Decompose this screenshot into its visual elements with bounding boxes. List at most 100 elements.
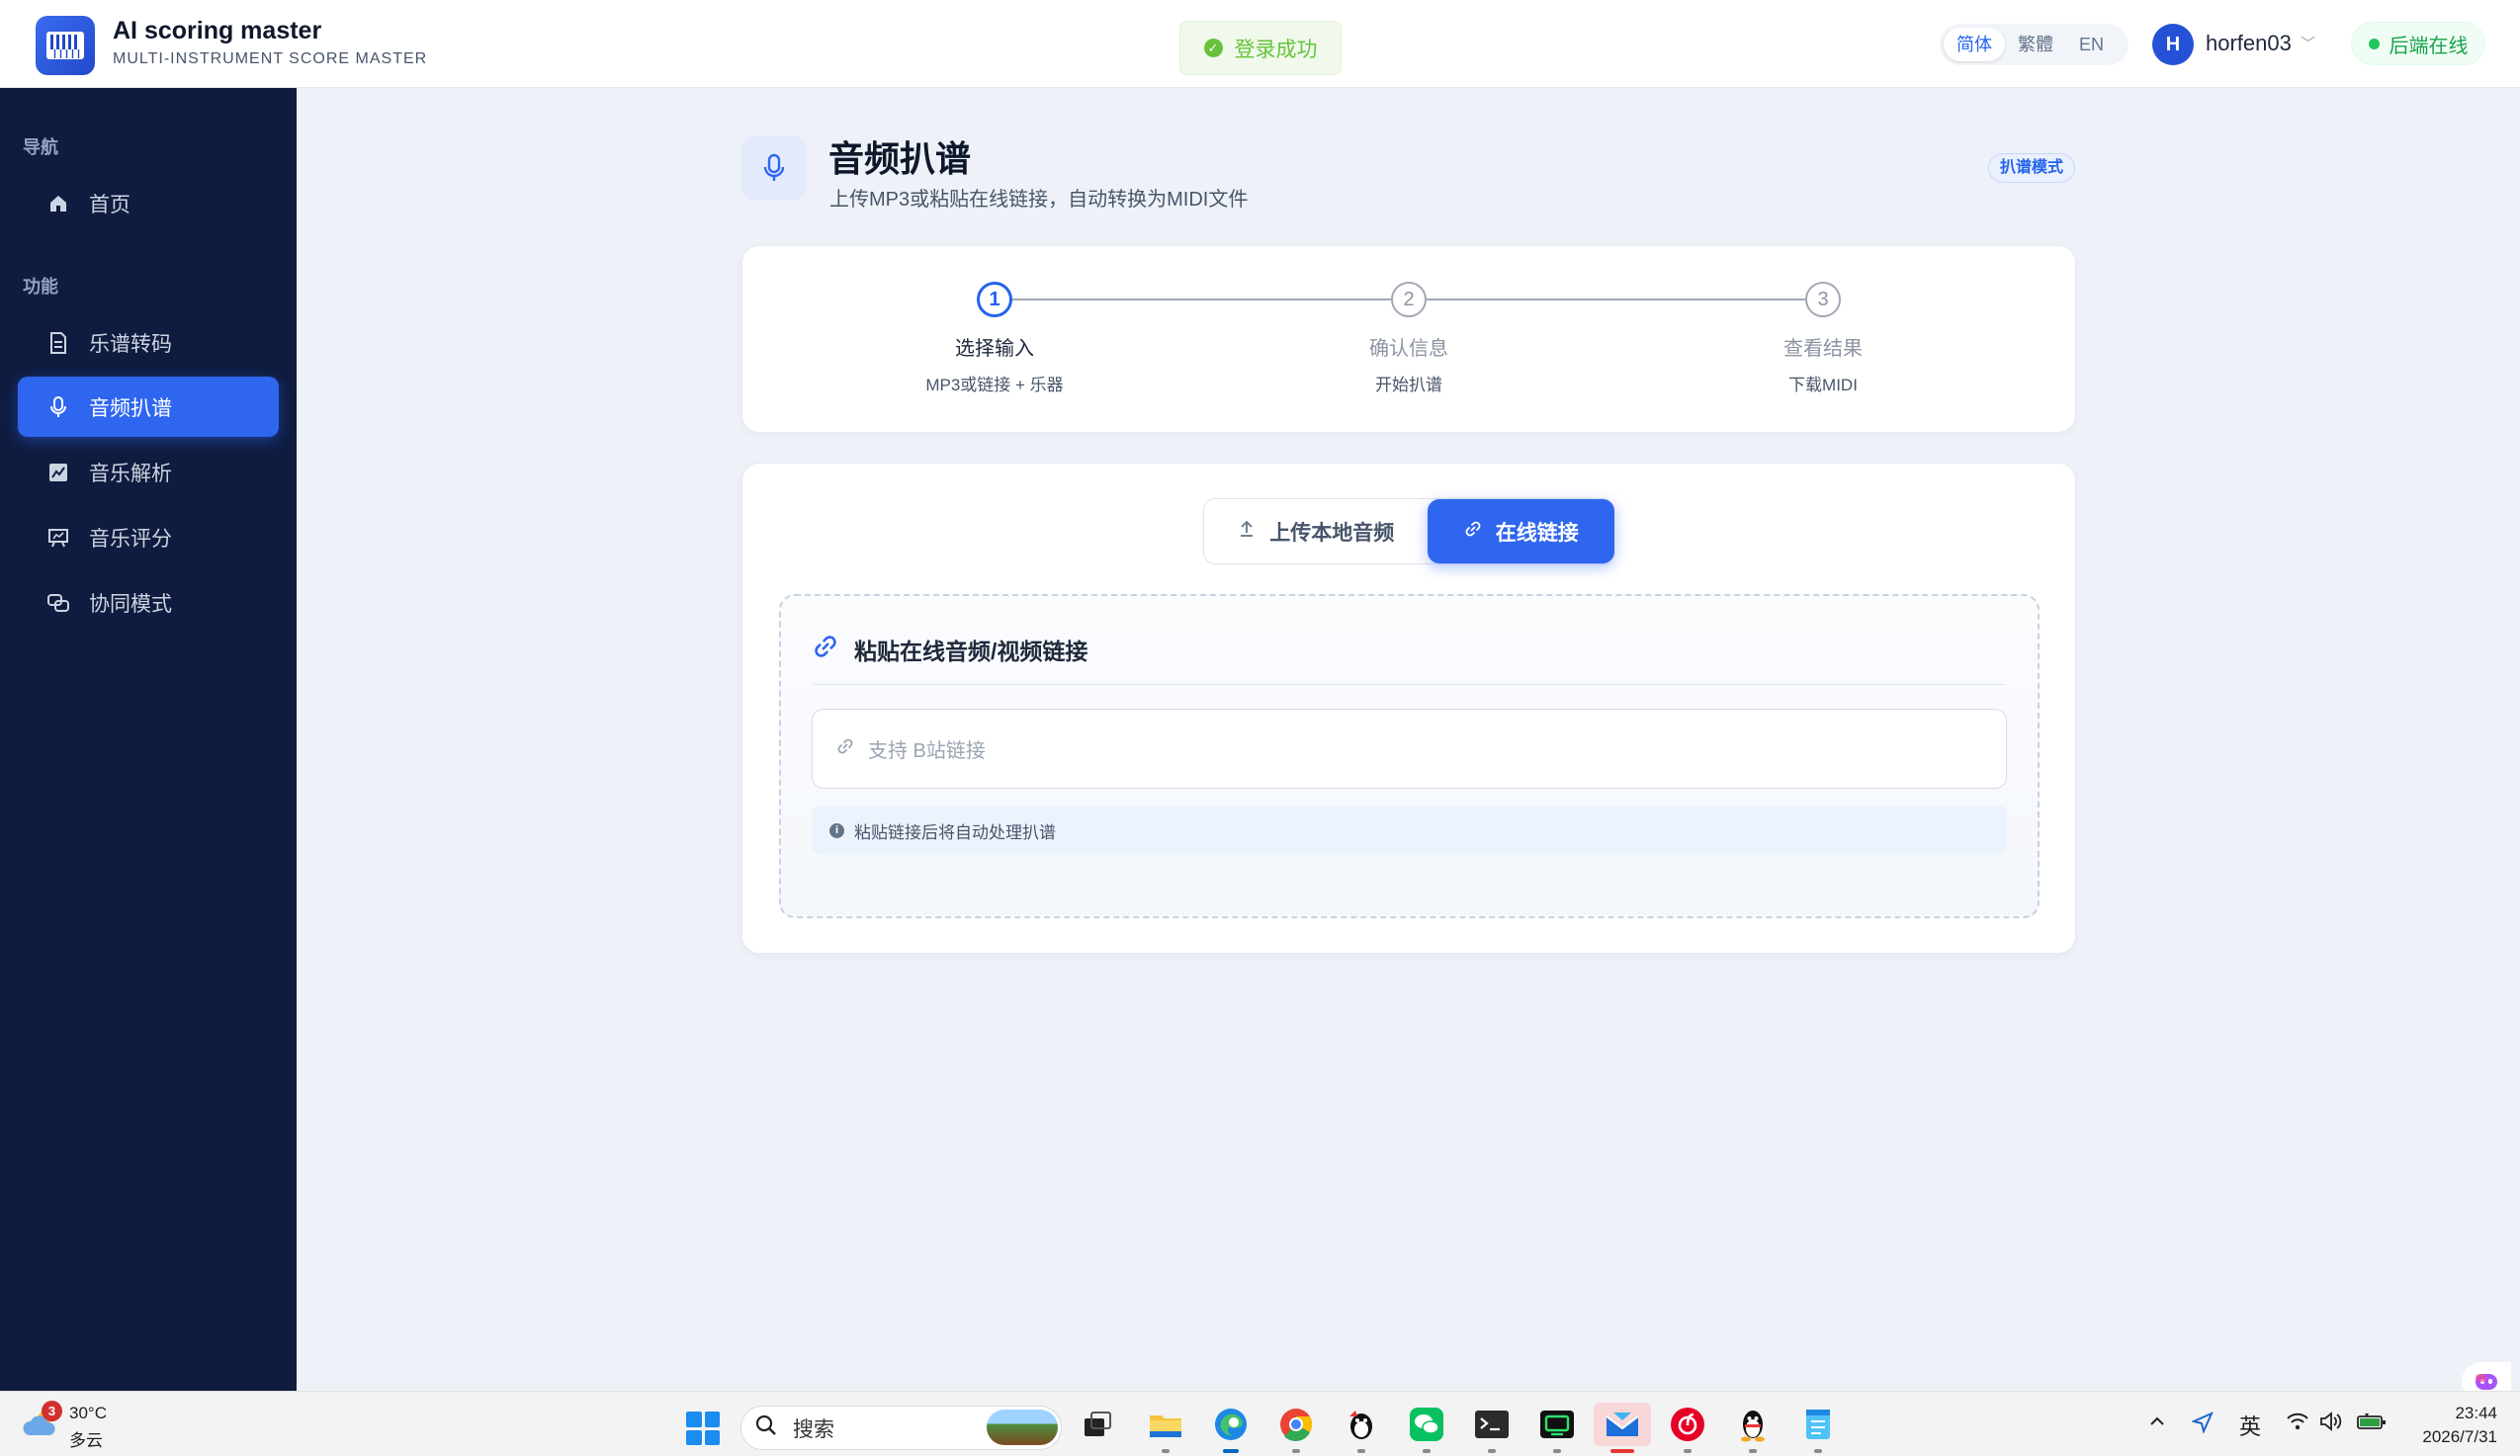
tab-upload-local-audio[interactable]: 上传本地音频 (1204, 499, 1428, 563)
sidebar-section-features: 功能 (23, 277, 58, 297)
taskbar (0, 1391, 2520, 1456)
step-label: 选择输入 (955, 338, 1034, 360)
sidebar-item-collaboration[interactable]: 协同模式 (18, 572, 279, 633)
running-indicator (1814, 1449, 1822, 1453)
collaboration-icon (47, 592, 69, 614)
tab-label: 在线链接 (1495, 521, 1579, 545)
speaker-icon[interactable] (2319, 1412, 2345, 1437)
netease-music-icon[interactable] (1666, 1403, 1709, 1446)
sidebar-item-label: 协同模式 (89, 592, 172, 616)
ime-indicator[interactable]: 英 (2239, 1410, 2261, 1441)
battery-icon[interactable] (2357, 1412, 2387, 1437)
chevron-up-icon[interactable] (2147, 1412, 2167, 1437)
piano-logo-icon[interactable] (36, 16, 95, 75)
notepad-icon[interactable] (1796, 1403, 1840, 1446)
sidebar-item-label: 首页 (89, 193, 130, 216)
mail-app-icon[interactable] (1594, 1403, 1651, 1446)
sidebar-item-home[interactable]: 首页 (18, 173, 279, 233)
link-icon (1464, 520, 1482, 544)
clock-time[interactable]: 23:44 (2412, 1404, 2497, 1423)
sidebar-item-label: 音频扒谱 (89, 396, 172, 420)
wifi-icon[interactable] (2286, 1412, 2309, 1437)
terminal-icon[interactable] (1470, 1403, 1514, 1446)
step-description: MP3或链接 + 乐器 (925, 376, 1064, 394)
running-indicator (1749, 1449, 1757, 1453)
search-icon (755, 1414, 777, 1442)
step-connector (1427, 299, 1805, 300)
file-explorer-icon[interactable] (1144, 1403, 1187, 1446)
link-url-input[interactable]: 支持 B站链接 (812, 709, 2007, 789)
running-indicator (1357, 1449, 1365, 1453)
step-description: 开始扒谱 (1375, 376, 1442, 394)
active-indicator (1223, 1449, 1239, 1453)
link-input-placeholder: 支持 B站链接 (868, 740, 986, 762)
chart-icon (47, 462, 69, 483)
hint-text: 粘贴链接后将自动处理扒谱 (854, 822, 1056, 842)
sidebar-item-music-analysis[interactable]: 音乐解析 (18, 442, 279, 502)
task-view-icon[interactable] (1076, 1403, 1119, 1446)
presentation-icon (47, 527, 69, 549)
link-panel-heading: 粘贴在线音频/视频链接 (813, 633, 1087, 666)
language-switcher: 简体 繁體 EN (1940, 24, 2129, 65)
qq-penguin-app-icon[interactable] (1340, 1403, 1383, 1446)
lang-option-traditional[interactable]: 繁體 (2005, 28, 2066, 61)
location-arrow-icon[interactable] (2190, 1412, 2214, 1439)
running-indicator (1684, 1449, 1692, 1453)
step-connector (1012, 299, 1391, 300)
wechat-icon[interactable] (1405, 1403, 1448, 1446)
search-placeholder: 搜索 (793, 1417, 834, 1441)
running-indicator (1292, 1449, 1300, 1453)
sidebar-item-label: 音乐解析 (89, 462, 172, 485)
chrome-browser-icon[interactable] (1274, 1403, 1318, 1446)
weather-condition[interactable]: 多云 (69, 1426, 103, 1451)
sidebar-item-label: 乐谱转码 (89, 332, 172, 356)
link-icon (813, 634, 838, 665)
clock-date[interactable]: 2026/7/31 (2392, 1427, 2497, 1447)
check-circle-icon: ✓ (1203, 39, 1223, 57)
app-subtitle: MULTI-INSTRUMENT SCORE MASTER (113, 50, 428, 67)
running-indicator (1162, 1449, 1170, 1453)
home-icon (47, 193, 69, 214)
info-icon: i (829, 822, 844, 838)
auto-process-hint: i 粘贴链接后将自动处理扒谱 (812, 806, 2007, 855)
search-highlight-image (987, 1410, 1058, 1445)
page-subtitle: 上传MP3或粘贴在线链接，自动转换为MIDI文件 (829, 189, 1249, 211)
backend-status-text: 后端在线 (2389, 35, 2469, 57)
sidebar-item-audio-transcribe[interactable]: 音频扒谱 (18, 377, 279, 437)
step-description: 下载MIDI (1788, 376, 1858, 394)
tab-online-link[interactable]: 在线链接 (1428, 499, 1614, 563)
step-label: 确认信息 (1369, 338, 1448, 360)
login-success-toast: ✓ 登录成功 (1179, 21, 1342, 75)
sidebar-section-nav: 导航 (23, 137, 58, 157)
sidebar-item-label: 音乐评分 (89, 527, 172, 551)
weather-alert-badge: 3 (42, 1401, 62, 1421)
top-header: AI scoring master MULTI-INSTRUMENT SCORE… (0, 0, 2520, 88)
page-title: 音频扒谱 (828, 138, 972, 179)
sidebar-item-music-scoring[interactable]: 音乐评分 (18, 507, 279, 567)
sidebar-item-score-transcode[interactable]: 乐谱转码 (18, 312, 279, 373)
microphone-icon (47, 395, 69, 418)
windows-start-icon[interactable] (686, 1412, 720, 1445)
app-title: AI scoring master (113, 17, 322, 44)
tab-label: 上传本地音频 (1269, 521, 1395, 545)
weather-temperature[interactable]: 30°C (69, 1404, 107, 1423)
backend-status-badge: 后端在线 (2351, 22, 2485, 65)
microphone-icon (741, 136, 807, 200)
code-editor-icon[interactable] (1535, 1403, 1579, 1446)
running-indicator (1423, 1449, 1431, 1453)
lang-option-simplified[interactable]: 简体 (1944, 28, 2005, 61)
chevron-down-icon[interactable]: ﹀ (2301, 33, 2315, 53)
step-label: 查看结果 (1783, 338, 1863, 360)
avatar[interactable]: H (2152, 24, 2194, 65)
link-icon (836, 737, 854, 761)
step-number: 3 (1805, 282, 1841, 317)
qq-icon[interactable] (1731, 1403, 1775, 1446)
lang-option-english[interactable]: EN (2066, 28, 2117, 61)
running-indicator (1488, 1449, 1496, 1453)
username-menu[interactable]: horfen03 (2206, 31, 2292, 56)
edge-browser-icon[interactable] (1209, 1403, 1253, 1446)
input-mode-tabs: 上传本地音频 在线链接 (1203, 498, 1614, 564)
attention-indicator (1610, 1449, 1634, 1453)
mode-badge: 扒谱模式 (1988, 153, 2076, 183)
status-dot-icon (2368, 38, 2380, 49)
